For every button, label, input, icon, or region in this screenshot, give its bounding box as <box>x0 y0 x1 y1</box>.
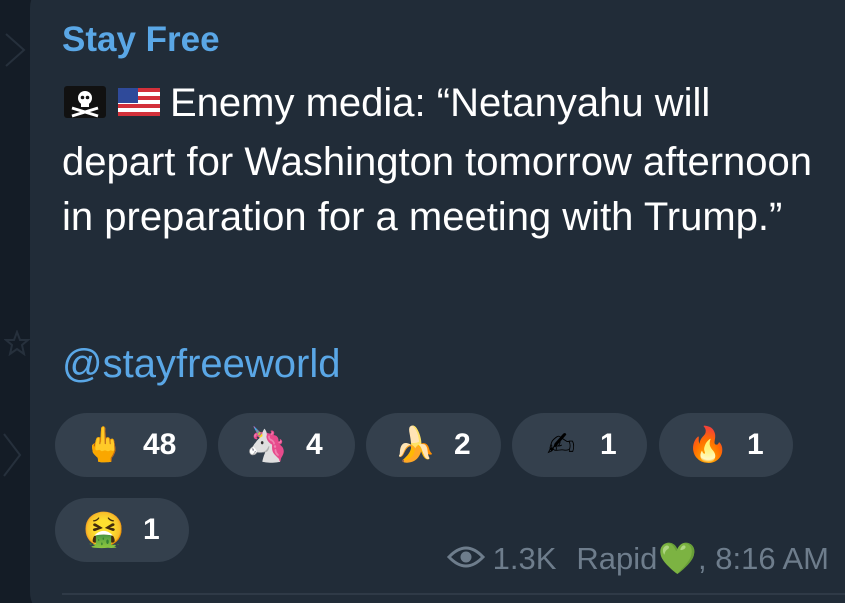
vomiting-face-emoji-icon: 🤮 <box>82 510 126 550</box>
reaction-count: 48 <box>143 428 177 461</box>
writing-hand-emoji-icon: ✍ <box>546 425 576 465</box>
message-text: Enemy media: “Netanyahu will depart for … <box>62 76 832 245</box>
reaction-count: 1 <box>600 428 617 461</box>
message-body: Enemy media: “Netanyahu will depart for … <box>62 81 813 239</box>
reaction-count: 2 <box>454 428 471 461</box>
fire-emoji-icon: 🔥 <box>686 425 730 465</box>
message-meta: 1.3K Rapid 💚 , 8:16 AM <box>446 540 829 577</box>
us-flag-icon <box>116 80 162 135</box>
chat-background: Stay Free Enemy media: “Netanyahu will d… <box>0 0 845 603</box>
reaction-count: 1 <box>747 428 764 461</box>
views-eye-icon <box>446 541 485 577</box>
message-time: , 8:16 AM <box>698 540 829 576</box>
reaction-writing-hand[interactable]: ✍ 1 <box>512 413 647 477</box>
unicorn-emoji-icon: 🦄 <box>245 425 289 465</box>
views-count: 1.3K <box>492 540 557 576</box>
channel-mention-link[interactable]: @stayfreeworld <box>62 340 340 388</box>
reaction-vomiting-face[interactable]: 🤮 1 <box>55 498 189 562</box>
wallpaper-doodle-icon <box>5 33 26 67</box>
green-heart-icon: 💚 <box>658 541 698 576</box>
wallpaper-doodle-icon <box>3 433 22 477</box>
reaction-middle-finger[interactable]: 🖕 48 <box>55 413 207 477</box>
divider <box>62 593 845 595</box>
reaction-fire[interactable]: 🔥 1 <box>659 413 793 477</box>
post-signature: Rapid <box>576 540 658 576</box>
sender-name[interactable]: Stay Free <box>62 20 220 60</box>
middle-finger-emoji-icon: 🖕 <box>82 425 126 465</box>
banana-emoji-icon: 🍌 <box>393 425 437 465</box>
wallpaper-star-icon <box>4 330 30 356</box>
reaction-banana[interactable]: 🍌 2 <box>366 413 501 477</box>
pirate-flag-icon <box>62 80 108 135</box>
reaction-unicorn[interactable]: 🦄 4 <box>218 413 355 477</box>
reaction-count: 4 <box>306 428 323 461</box>
reaction-count: 1 <box>143 513 160 546</box>
